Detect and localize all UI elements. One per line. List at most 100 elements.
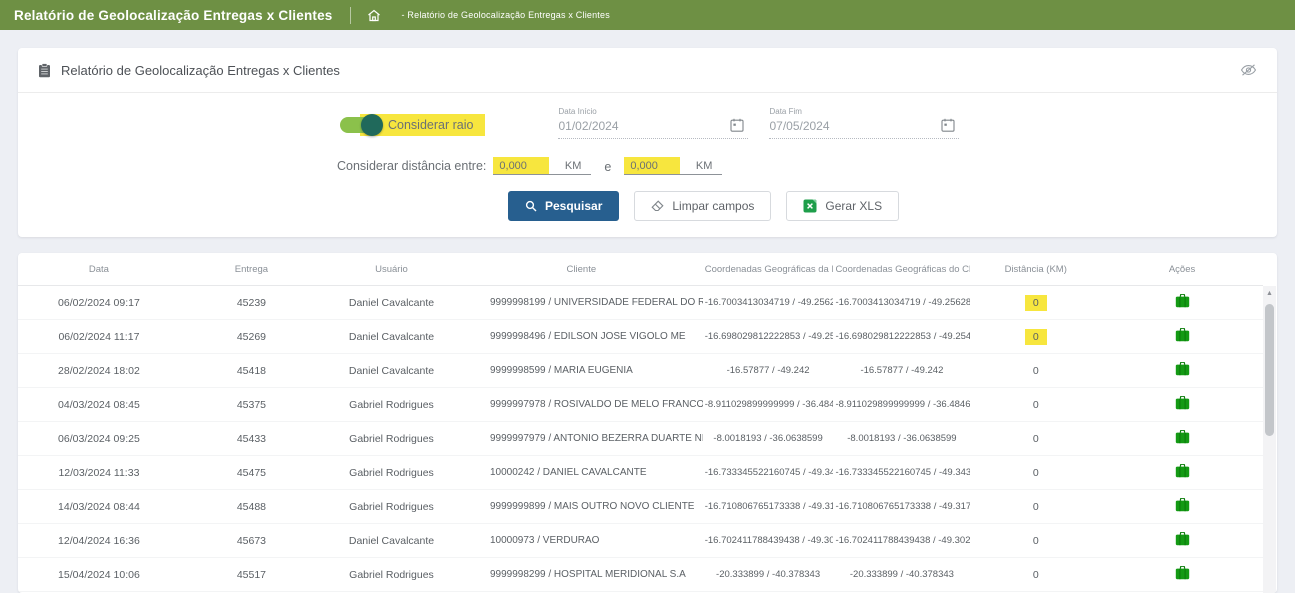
clear-fields-button[interactable]: Limpar campos [634, 191, 771, 221]
scrollbar-thumb[interactable] [1265, 304, 1274, 436]
briefcase-icon[interactable] [1175, 294, 1190, 308]
briefcase-icon[interactable] [1175, 464, 1190, 478]
clear-fields-button-label: Limpar campos [672, 199, 754, 213]
cell-cliente: 9999998299 / HOSPITAL MERIDIONAL S.A [460, 558, 703, 592]
magnifier-icon [525, 200, 537, 212]
col-entrega: Entrega [180, 253, 323, 286]
calendar-icon[interactable] [941, 118, 955, 132]
cell-acoes [1101, 320, 1263, 354]
topbar: Relatório de Geolocalização Entregas x C… [0, 0, 1295, 30]
cell-entrega: 45488 [180, 490, 323, 524]
cell-data: 28/02/2024 18:02 [18, 354, 180, 388]
search-button[interactable]: Pesquisar [508, 191, 619, 221]
cell-acoes [1101, 354, 1263, 388]
cell-acoes [1101, 388, 1263, 422]
date-end-field[interactable]: Data Fim 07/05/2024 [769, 107, 959, 139]
table-row: 06/02/2024 11:17 45269 Daniel Cavalcante… [18, 320, 1263, 354]
cell-data: 14/03/2024 08:44 [18, 490, 180, 524]
cell-coord-entrega: -16.7003413034719 / -49.256287 [703, 286, 834, 320]
distance-connector: e [604, 160, 611, 174]
cell-coord-cliente: -16.698029812222853 / -49.25490 [833, 320, 970, 354]
excel-icon [803, 199, 817, 213]
cell-distancia: 0 [970, 456, 1101, 490]
distance-value: 0 [1025, 567, 1047, 583]
cell-acoes [1101, 490, 1263, 524]
radius-toggle-wrap: Considerar raio [340, 113, 485, 137]
briefcase-icon[interactable] [1175, 532, 1190, 546]
table-row: 14/03/2024 08:44 45488 Gabriel Rodrigues… [18, 490, 1263, 524]
cell-usuario: Daniel Cavalcante [323, 286, 460, 320]
date-end-label: Data Fim [769, 107, 959, 116]
table-scrollbar[interactable]: ▲ [1263, 286, 1276, 593]
date-start-field[interactable]: Data Início 01/02/2024 [558, 107, 748, 139]
cell-usuario: Daniel Cavalcante [323, 320, 460, 354]
arrow-up-icon[interactable]: ▲ [1263, 286, 1276, 300]
col-acoes: Ações [1101, 253, 1263, 286]
cell-coord-entrega: -16.702411788439438 / -49.3021 [703, 524, 834, 558]
date-start-label: Data Início [558, 107, 748, 116]
cell-cliente: 9999999899 / MAIS OUTRO NOVO CLIENTE [460, 490, 703, 524]
cell-entrega: 45418 [180, 354, 323, 388]
cell-entrega: 45239 [180, 286, 323, 320]
col-coord-cliente: Coordenadas Geográficas do Cliente [833, 253, 970, 286]
briefcase-icon[interactable] [1175, 328, 1190, 342]
table-row: 28/02/2024 18:02 45418 Daniel Cavalcante… [18, 354, 1263, 388]
cell-entrega: 45433 [180, 422, 323, 456]
cell-coord-entrega: -16.710806765173338 / -49.31778 [703, 490, 834, 524]
cell-entrega: 45517 [180, 558, 323, 592]
date-end-value: 07/05/2024 [769, 119, 959, 133]
cell-distancia: 0 [970, 388, 1101, 422]
briefcase-icon[interactable] [1175, 566, 1190, 580]
distance-min-input[interactable]: 0,000 KM [493, 157, 591, 175]
cell-distancia: 0 [970, 286, 1101, 320]
cell-data: 06/02/2024 09:17 [18, 286, 180, 320]
briefcase-icon[interactable] [1175, 396, 1190, 410]
eye-slash-icon[interactable] [1240, 63, 1257, 77]
calendar-icon[interactable] [730, 118, 744, 132]
table-row: 04/03/2024 08:45 45375 Gabriel Rodrigues… [18, 388, 1263, 422]
filter-card: Relatório de Geolocalização Entregas x C… [18, 48, 1277, 237]
table-row: 15/04/2024 10:06 45517 Gabriel Rodrigues… [18, 558, 1263, 592]
cell-distancia: 0 [970, 490, 1101, 524]
radius-toggle[interactable] [340, 117, 380, 133]
clipboard-icon [38, 63, 51, 78]
table-header: Data Entrega Usuário Cliente Coordenadas… [18, 253, 1263, 286]
distance-max-input[interactable]: 0,000 KM [624, 157, 722, 175]
cell-usuario: Gabriel Rodrigues [323, 490, 460, 524]
cell-entrega: 45269 [180, 320, 323, 354]
distance-value: 0 [1025, 499, 1047, 515]
col-distancia: Distância (KM) [970, 253, 1101, 286]
filter-row-dates: Considerar raio Data Início 01/02/2024 [18, 101, 1277, 139]
export-xls-button[interactable]: Gerar XLS [786, 191, 899, 221]
cell-cliente: 9999998496 / EDILSON JOSE VIGOLO ME [460, 320, 703, 354]
breadcrumb: - Relatório de Geolocalização Entregas x… [402, 10, 610, 20]
cell-distancia: 0 [970, 524, 1101, 558]
cell-distancia: 0 [970, 422, 1101, 456]
home-icon[interactable] [367, 9, 381, 22]
cell-coord-entrega: -16.733345522160745 / -49.3434 [703, 456, 834, 490]
briefcase-icon[interactable] [1175, 498, 1190, 512]
cell-usuario: Gabriel Rodrigues [323, 422, 460, 456]
cell-acoes [1101, 456, 1263, 490]
col-data: Data [18, 253, 180, 286]
table-body: 06/02/2024 09:17 45239 Daniel Cavalcante… [18, 286, 1263, 592]
briefcase-icon[interactable] [1175, 362, 1190, 376]
cell-acoes [1101, 558, 1263, 592]
cell-coord-cliente: -16.7003413034719 / -49.2562877 [833, 286, 970, 320]
cell-data: 06/02/2024 11:17 [18, 320, 180, 354]
cell-coord-cliente: -8.911029899999999 / -36.4846218 [833, 388, 970, 422]
search-button-label: Pesquisar [545, 199, 602, 213]
col-coord-entrega: Coordenadas Geográficas da Entrega [703, 253, 834, 286]
cell-usuario: Gabriel Rodrigues [323, 456, 460, 490]
briefcase-icon[interactable] [1175, 430, 1190, 444]
distance-min-unit: KM [549, 160, 592, 174]
cell-coord-cliente: -20.333899 / -40.378343 [833, 558, 970, 592]
filter-row-distance: Considerar distância entre: 0,000 KM e 0… [18, 151, 1277, 175]
cell-distancia: 0 [970, 354, 1101, 388]
distance-value: 0 [1025, 465, 1047, 481]
cell-usuario: Daniel Cavalcante [323, 524, 460, 558]
export-xls-button-label: Gerar XLS [825, 199, 882, 213]
cell-usuario: Daniel Cavalcante [323, 354, 460, 388]
app-screen: Relatório de Geolocalização Entregas x C… [0, 0, 1295, 572]
distance-value: 0 [1025, 329, 1047, 345]
